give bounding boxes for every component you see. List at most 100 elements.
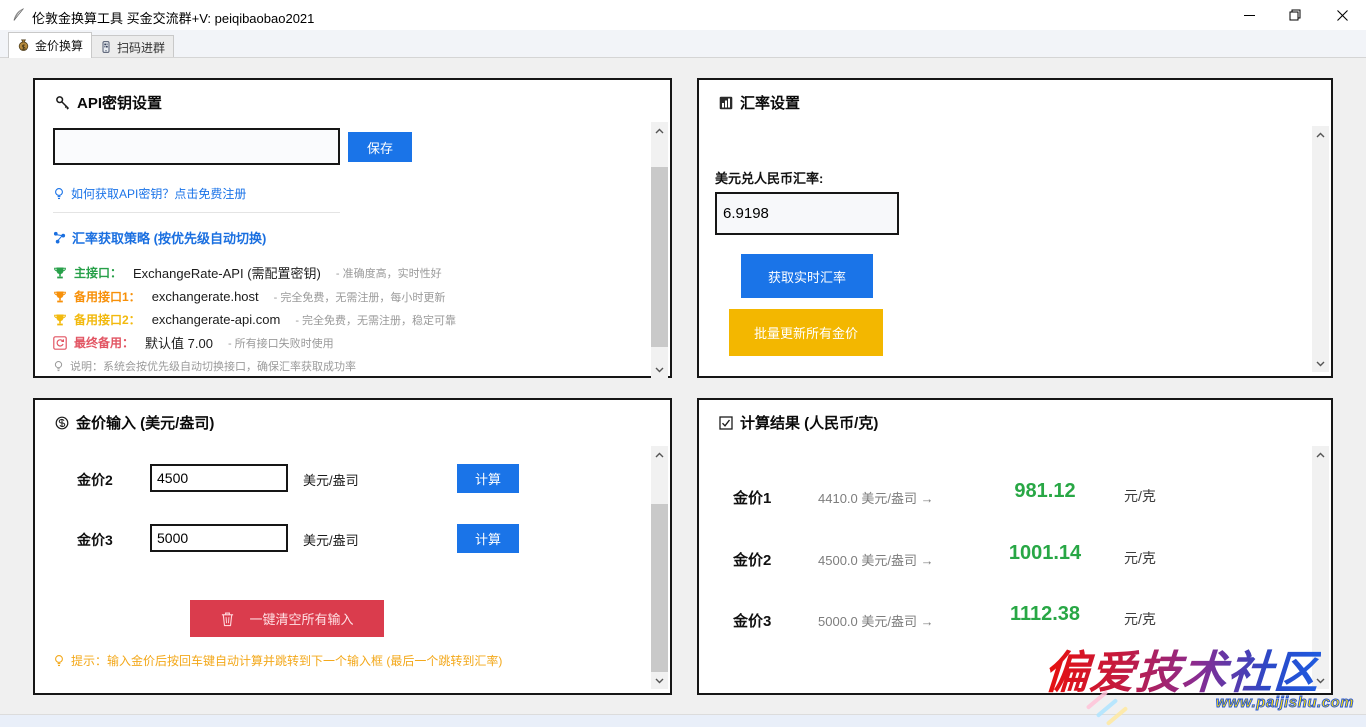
strategy-title-text: 汇率获取策略 (按优先级自动切换) xyxy=(72,228,266,247)
result-panel-header: 计算结果 (人民币/克) xyxy=(719,412,878,433)
scroll-up-arrow[interactable] xyxy=(1312,446,1329,463)
strategy-section-title: 汇率获取策略 (按优先级自动切换) xyxy=(53,228,266,247)
scrollbar-thumb[interactable] xyxy=(651,504,668,672)
gold-price-2-input[interactable] xyxy=(150,464,288,492)
input-panel-header: 金价输入 (美元/盎司) xyxy=(55,412,214,433)
strategy-row-backup2: 备用接口2： exchangerate-api.com - 完全免费，无需注册，… xyxy=(53,311,456,328)
gold-row-label: 金价3 xyxy=(77,530,113,550)
scroll-up-arrow[interactable] xyxy=(1312,126,1329,143)
clear-button-label: 一键清空所有输入 xyxy=(249,609,353,628)
result-panel-title: 计算结果 (人民币/克) xyxy=(740,412,878,433)
scroll-down-arrow[interactable] xyxy=(651,672,668,689)
feather-app-icon xyxy=(10,7,26,23)
tab-strip: 金价换算 扫码进群 xyxy=(0,30,1366,58)
gold-price-3-input[interactable] xyxy=(150,524,288,552)
scroll-down-arrow[interactable] xyxy=(1312,355,1329,372)
result-label: 金价2 xyxy=(733,549,771,570)
scroll-down-arrow[interactable] xyxy=(1312,672,1329,689)
result-label: 金价1 xyxy=(733,487,771,508)
scrollbar-vertical[interactable] xyxy=(651,446,668,689)
usd-cny-rate-input[interactable] xyxy=(715,192,899,235)
gold-input-row-3: 金价3 美元/盎司 计算 xyxy=(35,524,635,554)
result-value: 1112.38 xyxy=(984,603,1106,626)
result-row-1: 金价1 4410.0 美元/盎司 → 981.12 元/克 xyxy=(699,480,1299,512)
close-button[interactable] xyxy=(1319,0,1366,30)
restore-button[interactable] xyxy=(1272,0,1318,30)
strategy-row-final-fallback: 最终备用： 默认值 7.00 - 所有接口失败时使用 xyxy=(53,334,334,351)
strategy-label: 备用接口2： xyxy=(74,311,141,328)
window-bottom-strip xyxy=(0,714,1366,727)
tab-label: 金价换算 xyxy=(35,37,83,54)
api-help-link[interactable]: 如何获取API密钥？点击免费注册 xyxy=(53,185,246,202)
api-panel-title: API密钥设置 xyxy=(77,92,162,113)
strategy-note: - 完全免费，无需注册，每小时更新 xyxy=(274,289,446,305)
strategy-label: 主接口： xyxy=(74,264,122,281)
gold-row-label: 金价2 xyxy=(77,470,113,490)
title-bar: 伦敦金换算工具 买金交流群+V: peiqibaobao2021 xyxy=(0,0,1366,30)
key-icon xyxy=(55,95,70,110)
strategy-name: exchangerate-api.com xyxy=(152,312,281,327)
scroll-up-arrow[interactable] xyxy=(651,122,668,139)
bulb-icon xyxy=(53,187,65,200)
scrollbar-vertical[interactable] xyxy=(1312,446,1329,689)
trophy-icon xyxy=(53,266,67,280)
gold-row-unit: 美元/盎司 xyxy=(303,530,359,549)
clear-all-inputs-button[interactable]: 一键清空所有输入 xyxy=(190,600,384,637)
trophy-icon xyxy=(53,313,67,327)
calculate-button[interactable]: 计算 xyxy=(457,464,519,493)
scroll-up-arrow[interactable] xyxy=(651,446,668,463)
api-panel-header: API密钥设置 xyxy=(55,92,162,113)
exchange-rate-settings-panel: 汇率设置 美元兑人民币汇率: 获取实时汇率 批量更新所有金价 xyxy=(697,78,1333,378)
checkbox-checked-icon xyxy=(719,416,733,430)
calculation-results-panel: 计算结果 (人民币/克) 金价1 4410.0 美元/盎司 → 981.12 元… xyxy=(697,398,1333,695)
gold-input-row-2: 金价2 美元/盎司 计算 xyxy=(35,464,635,494)
strategy-label: 最终备用： xyxy=(74,334,134,351)
phone-qr-icon xyxy=(100,41,112,53)
api-key-input[interactable] xyxy=(53,128,340,165)
calculate-button[interactable]: 计算 xyxy=(457,524,519,553)
result-label: 金价3 xyxy=(733,610,771,631)
input-panel-title: 金价输入 (美元/盎司) xyxy=(76,412,214,433)
rate-panel-header: 汇率设置 xyxy=(719,92,800,113)
fetch-live-rate-button[interactable]: 获取实时汇率 xyxy=(741,254,873,298)
coin-icon xyxy=(55,416,69,430)
bulb-icon xyxy=(53,360,64,372)
strategy-row-backup1: 备用接口1： exchangerate.host - 完全免费，无需注册，每小时… xyxy=(53,288,445,305)
priority-route-icon xyxy=(53,231,66,244)
scrollbar-vertical[interactable] xyxy=(651,122,668,378)
result-value: 981.12 xyxy=(984,480,1106,503)
gold-row-unit: 美元/盎司 xyxy=(303,470,359,489)
result-unit: 元/克 xyxy=(1124,548,1156,568)
result-unit: 元/克 xyxy=(1124,486,1156,506)
api-footnote-text: 说明：系统会按优先级自动切换接口，确保汇率获取成功率 xyxy=(70,358,356,374)
money-bag-icon xyxy=(17,39,30,52)
tab-label: 扫码进群 xyxy=(117,39,165,56)
result-unit: 元/克 xyxy=(1124,609,1156,629)
rate-panel-title: 汇率设置 xyxy=(740,92,800,113)
strategy-note: - 完全免费，无需注册，稳定可靠 xyxy=(295,312,456,328)
minimize-button[interactable] xyxy=(1226,0,1272,30)
result-value: 1001.14 xyxy=(984,542,1106,565)
rate-label: 美元兑人民币汇率: xyxy=(715,168,823,187)
scroll-down-arrow[interactable] xyxy=(651,361,668,378)
result-row-2: 金价2 4500.0 美元/盎司 → 1001.14 元/克 xyxy=(699,542,1299,574)
tab-gold-conversion[interactable]: 金价换算 xyxy=(8,32,92,58)
scrollbar-vertical[interactable] xyxy=(1312,126,1329,372)
gold-price-input-panel: 金价输入 (美元/盎司) 金价2 美元/盎司 计算 金价3 美元/盎司 计算 xyxy=(33,398,672,695)
tab-scan-qr-join[interactable]: 扫码进群 xyxy=(91,35,174,58)
batch-update-prices-button[interactable]: 批量更新所有金价 xyxy=(729,309,883,356)
bar-chart-icon xyxy=(719,96,733,110)
scrollbar-thumb[interactable] xyxy=(651,167,668,347)
strategy-note: - 所有接口失败时使用 xyxy=(228,335,334,351)
bulb-icon xyxy=(53,654,65,667)
trophy-icon xyxy=(53,290,67,304)
save-button[interactable]: 保存 xyxy=(348,132,412,162)
api-key-settings-panel: API密钥设置 保存 如何获取API密钥？点击免费注册 xyxy=(33,78,672,378)
result-source: 4410.0 美元/盎司 → xyxy=(818,488,934,507)
input-tip-text: 提示：输入金价后按回车键自动计算并跳转到下一个输入框 (最后一个跳转到汇率) xyxy=(71,652,502,669)
strategy-name: ExchangeRate-API (需配置密钥) xyxy=(133,263,321,282)
strategy-note: - 准确度高，实时性好 xyxy=(336,265,442,281)
strategy-row-primary: 主接口： ExchangeRate-API (需配置密钥) - 准确度高，实时性… xyxy=(53,264,442,281)
result-source: 5000.0 美元/盎司 → xyxy=(818,611,934,630)
strategy-name: 默认值 7.00 xyxy=(145,333,213,352)
